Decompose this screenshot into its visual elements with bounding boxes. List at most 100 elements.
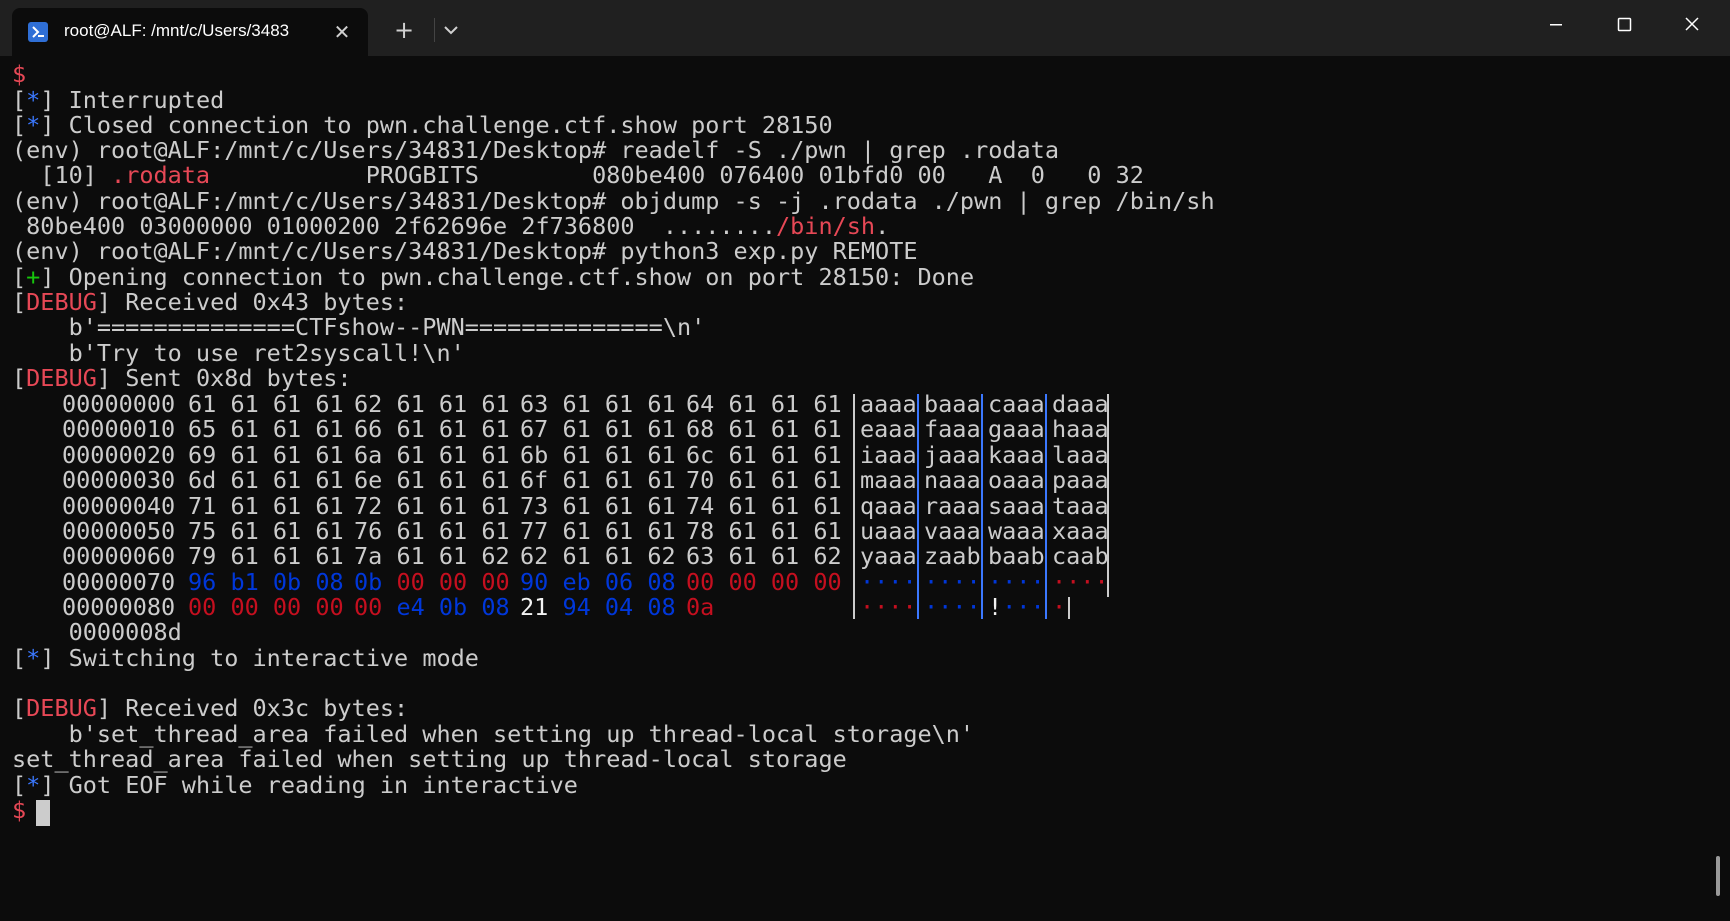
hex-ascii: xaaa	[1052, 517, 1109, 545]
tab-active[interactable]: root@ALF: /mnt/c/Users/3483 ✕	[12, 8, 368, 56]
hex-ascii: saaa	[988, 491, 1045, 520]
hex-group: 68 61 61 61	[686, 415, 842, 444]
hex-ascii: !···	[988, 593, 1045, 622]
output-line: [DEBUG] Received 0x3c bytes:	[12, 694, 409, 722]
command-line: (env) root@ALF:/mnt/c/Users/34831/Deskto…	[12, 187, 1215, 215]
hex-ascii: oaaa	[988, 466, 1045, 495]
hex-group: 6a 61 61 61	[354, 440, 510, 469]
hex-group: 62 61 61 61	[354, 390, 510, 418]
output-line: b'==============CTFshow--PWN============…	[12, 313, 706, 341]
hex-ascii: raaa	[924, 491, 981, 520]
hex-ascii: faaa	[924, 415, 981, 444]
output-line: 0000008d	[12, 618, 182, 646]
hex-group: 77 61 61 61	[520, 517, 676, 545]
hex-offset: 00000020	[62, 440, 176, 469]
hex-ascii: ·	[1052, 593, 1067, 622]
hex-ascii: baab	[988, 542, 1045, 571]
hex-group: 00 00 00 00	[188, 593, 344, 622]
prompt-line: $	[12, 796, 27, 824]
terminal-window: root@ALF: /mnt/c/Users/3483 ✕ + $ [*] In…	[0, 0, 1730, 921]
hex-group: 74 61 61 61	[686, 491, 842, 520]
hex-ascii: caaa	[988, 390, 1045, 418]
ascii-divider	[1068, 597, 1070, 619]
tab-title: root@ALF: /mnt/c/Users/3483	[64, 21, 290, 40]
terminal-output[interactable]: $ [*] Interrupted [*] Closed connection …	[0, 56, 1712, 921]
hex-ascii: paaa	[1052, 466, 1109, 495]
hex-group: 6b 61 61 61	[520, 440, 676, 469]
chevron-down-icon[interactable]	[436, 16, 466, 44]
hex-ascii: ····	[924, 593, 981, 622]
command-line: (env) root@ALF:/mnt/c/Users/34831/Deskto…	[12, 136, 1059, 164]
hex-ascii: yaaa	[860, 542, 917, 571]
hex-group: 62 61 61 62	[520, 542, 676, 571]
hex-group: 00 00 00 00	[686, 567, 842, 596]
hex-group: 76 61 61 61	[354, 517, 510, 545]
hex-group: 96 b1 0b 08	[188, 567, 344, 596]
hex-offset: 00000000	[62, 390, 176, 418]
hex-ascii: laaa	[1052, 440, 1109, 469]
hex-ascii: caab	[1052, 542, 1109, 571]
hex-ascii: uaaa	[860, 517, 917, 545]
hex-group: 66 61 61 61	[354, 415, 510, 444]
hex-group: 00 e4 0b 08	[354, 593, 510, 622]
hex-ascii: ····	[860, 567, 917, 596]
output-line: set_thread_area failed when setting up t…	[12, 745, 847, 773]
hex-offset: 00000070	[62, 567, 176, 596]
hex-group: 69 61 61 61	[188, 440, 344, 469]
hex-group: 0b 00 00 00	[354, 567, 510, 596]
hex-ascii: naaa	[924, 466, 981, 495]
hex-ascii: aaaa	[860, 390, 917, 418]
powershell-icon	[28, 22, 48, 42]
hex-ascii: ····	[1052, 567, 1109, 596]
text-cursor	[36, 800, 50, 826]
output-line: b'Try to use ret2syscall!\n'	[12, 339, 465, 367]
hex-group: 0a	[686, 593, 715, 622]
ascii-divider	[1107, 394, 1109, 598]
hex-group: 61 61 61 61	[188, 390, 344, 418]
ascii-divider	[1045, 394, 1047, 619]
hex-group: 64 61 61 61	[686, 390, 842, 418]
maximize-icon[interactable]	[1590, 0, 1658, 52]
ascii-divider	[853, 394, 855, 619]
hex-ascii: gaaa	[988, 415, 1045, 444]
hex-group: 21 94 04 08	[520, 593, 676, 622]
title-bar: root@ALF: /mnt/c/Users/3483 ✕ +	[0, 0, 1730, 56]
new-tab-button[interactable]: +	[390, 16, 418, 44]
output-line: b'set_thread_area failed when setting up…	[12, 720, 975, 748]
hex-ascii: jaaa	[924, 440, 981, 469]
hex-ascii: maaa	[860, 466, 917, 495]
output-line: [*] Interrupted	[12, 86, 225, 114]
close-tab-button[interactable]: ✕	[330, 20, 354, 44]
hex-group: 6e 61 61 61	[354, 466, 510, 495]
hex-ascii: daaa	[1052, 390, 1109, 418]
hex-ascii: ····	[988, 567, 1045, 596]
hex-offset: 00000010	[62, 415, 176, 444]
hex-ascii: ····	[860, 593, 917, 622]
hex-group: 6f 61 61 61	[520, 466, 676, 495]
hex-group: 78 61 61 61	[686, 517, 842, 545]
scrollbar-thumb[interactable]	[1716, 856, 1720, 896]
output-line: [DEBUG] Received 0x43 bytes:	[12, 288, 409, 316]
hex-group: 72 61 61 61	[354, 491, 510, 520]
hex-group: 75 61 61 61	[188, 517, 344, 545]
hex-ascii: taaa	[1052, 491, 1109, 520]
hex-ascii: waaa	[988, 517, 1045, 545]
output-line: [*] Got EOF while reading in interactive	[12, 771, 578, 799]
hex-ascii: baaa	[924, 390, 981, 418]
output-line: [*] Switching to interactive mode	[12, 644, 479, 672]
hex-offset: 00000030	[62, 466, 176, 495]
hex-ascii: zaab	[924, 542, 981, 571]
command-line: (env) root@ALF:/mnt/c/Users/34831/Deskto…	[12, 237, 918, 265]
hex-group: 90 eb 06 08	[520, 567, 676, 596]
close-icon[interactable]	[1658, 0, 1726, 52]
minimize-icon[interactable]	[1522, 0, 1590, 52]
hex-ascii: kaaa	[988, 440, 1045, 469]
hex-ascii: ····	[924, 567, 981, 596]
hex-offset: 00000080	[62, 593, 176, 622]
hex-group: 70 61 61 61	[686, 466, 842, 495]
output-line: 80be400 03000000 01000200 2f62696e 2f736…	[12, 212, 890, 240]
hex-group: 79 61 61 61	[188, 542, 344, 571]
hex-ascii: vaaa	[924, 517, 981, 545]
ascii-divider	[917, 394, 919, 619]
hex-group: 63 61 61 61	[520, 390, 676, 418]
